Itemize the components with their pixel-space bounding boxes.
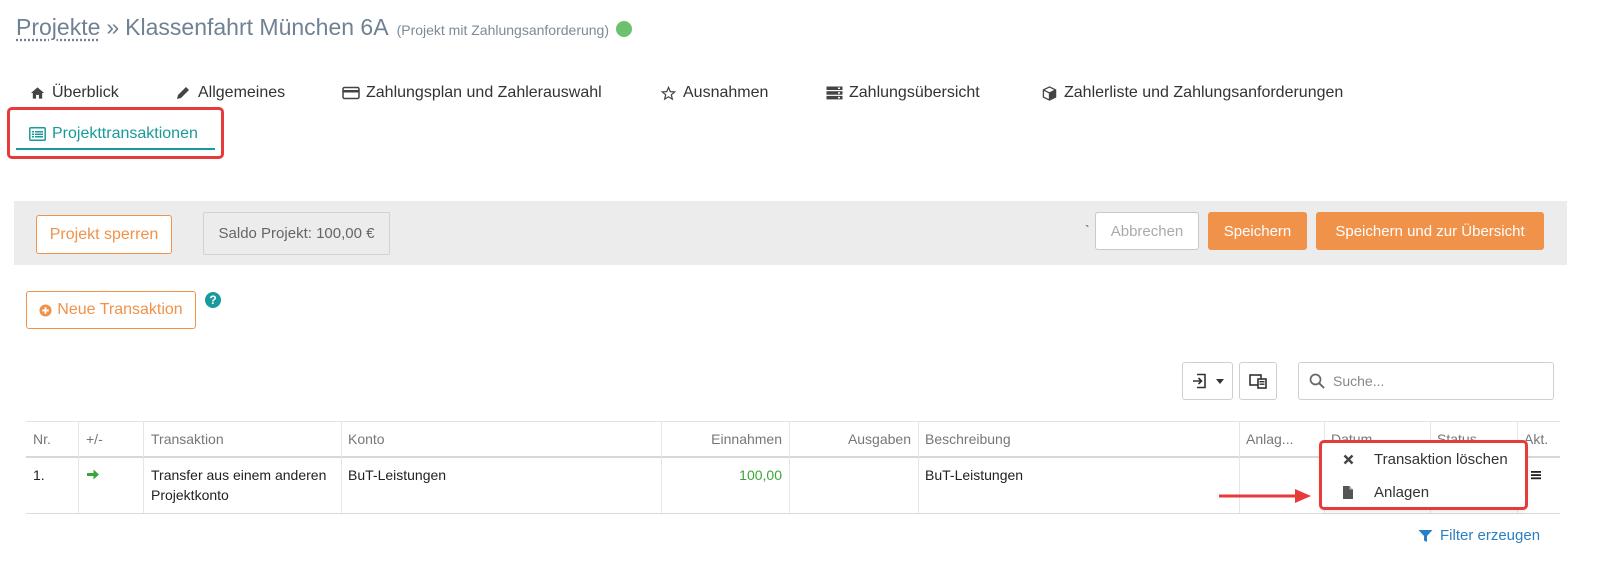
- cell-direction: [79, 466, 144, 486]
- annotation-arrow-icon: [1219, 489, 1311, 503]
- status-dot: [616, 21, 632, 37]
- save-button[interactable]: Speichern: [1208, 212, 1307, 250]
- export-dropdown-button[interactable]: [1182, 362, 1233, 400]
- plus-circle-icon: [39, 303, 52, 317]
- header-konto[interactable]: Konto: [341, 421, 661, 457]
- header-nr[interactable]: Nr.: [26, 421, 79, 457]
- header-plus-minus[interactable]: +/-: [79, 421, 144, 457]
- tab-ausnahmen[interactable]: Ausnahmen: [659, 80, 768, 106]
- columns-icon: [1249, 373, 1267, 389]
- column-toggle-button[interactable]: [1239, 362, 1277, 400]
- save-and-overview-button[interactable]: Speichern und zur Übersicht: [1316, 212, 1544, 250]
- tab-label: Ausnahmen: [683, 84, 769, 101]
- cube-icon: [1040, 84, 1058, 102]
- help-icon[interactable]: ?: [205, 292, 221, 308]
- page-subtitle: (Projekt mit Zahlungsanforderung): [396, 22, 609, 38]
- transaktion-line-2: Projektkonto: [151, 487, 229, 503]
- credit-card-icon: [342, 84, 360, 102]
- create-filter-label: Filter erzeugen: [1440, 527, 1541, 544]
- new-transaction-label: Neue Transaktion: [57, 301, 183, 318]
- tab-label: Zahlungsplan und Zahlerauswahl: [366, 84, 602, 101]
- row-bottom-border: [26, 513, 1560, 514]
- project-balance: Saldo Projekt: 100,00 €: [203, 212, 390, 255]
- filter-icon: [1418, 529, 1433, 543]
- lock-project-button[interactable]: Projekt sperren: [36, 215, 172, 254]
- search-field[interactable]: [1298, 362, 1554, 400]
- tab-ueberblick[interactable]: Überblick: [28, 80, 119, 106]
- cell-transaktion: Transfer aus einem anderen Projektkonto: [144, 465, 341, 505]
- cell-beschreibung: BuT-Leistungen: [925, 467, 1024, 483]
- arrow-right-icon: [86, 468, 100, 481]
- header-beschreibung[interactable]: Beschreibung: [918, 421, 1239, 457]
- breadcrumb: Projekte » Klassenfahrt München 6A (Proj…: [16, 14, 632, 41]
- export-icon: [1192, 373, 1210, 389]
- server-icon: [825, 84, 843, 102]
- star-icon: [659, 84, 677, 102]
- breadcrumb-projekte-link[interactable]: Projekte: [16, 14, 100, 41]
- caret-down-icon: [1215, 378, 1224, 384]
- page-title: Klassenfahrt München 6A: [125, 14, 389, 40]
- breadcrumb-separator: »: [106, 14, 120, 40]
- tab-label: Überblick: [52, 84, 119, 101]
- cell-einnahmen: 100,00: [739, 467, 782, 483]
- transaktion-line-1: Transfer aus einem anderen: [151, 467, 327, 483]
- header-transaktion[interactable]: Transaktion: [144, 421, 341, 457]
- cell-nr: 1.: [33, 467, 45, 483]
- annotation-highlight-dropdown: [1319, 440, 1528, 510]
- tab-label: Zahlerliste und Zahlungsanforderungen: [1064, 84, 1344, 101]
- home-icon: [28, 84, 46, 102]
- new-transaction-button[interactable]: Neue Transaktion: [26, 291, 196, 329]
- tab-zahlungsuebersicht[interactable]: Zahlungsübersicht: [825, 80, 980, 106]
- header-einnahmen[interactable]: Einnahmen: [661, 421, 789, 457]
- cancel-button[interactable]: Abbrechen: [1095, 212, 1199, 250]
- row-actions-menu-icon[interactable]: [1531, 467, 1541, 485]
- stray-backtick: `: [1085, 222, 1090, 238]
- annotation-highlight-tab: [7, 107, 224, 159]
- tab-label: Allgemeines: [198, 84, 286, 101]
- tab-allgemeines[interactable]: Allgemeines: [174, 80, 285, 106]
- tab-zahlungsplan[interactable]: Zahlungsplan und Zahlerauswahl: [342, 80, 602, 106]
- search-input[interactable]: [1333, 373, 1533, 389]
- search-icon: [1309, 373, 1325, 389]
- cell-konto: BuT-Leistungen: [348, 467, 447, 483]
- column-divider: [789, 421, 790, 513]
- tab-label: Zahlungsübersicht: [849, 84, 980, 101]
- header-ausgaben[interactable]: Ausgaben: [789, 421, 918, 457]
- tab-zahlerliste[interactable]: Zahlerliste und Zahlungsanforderungen: [1040, 80, 1343, 106]
- create-filter-link[interactable]: Filter erzeugen: [1418, 527, 1540, 544]
- header-anlagen[interactable]: Anlag...: [1239, 421, 1324, 457]
- pencil-icon: [174, 84, 192, 102]
